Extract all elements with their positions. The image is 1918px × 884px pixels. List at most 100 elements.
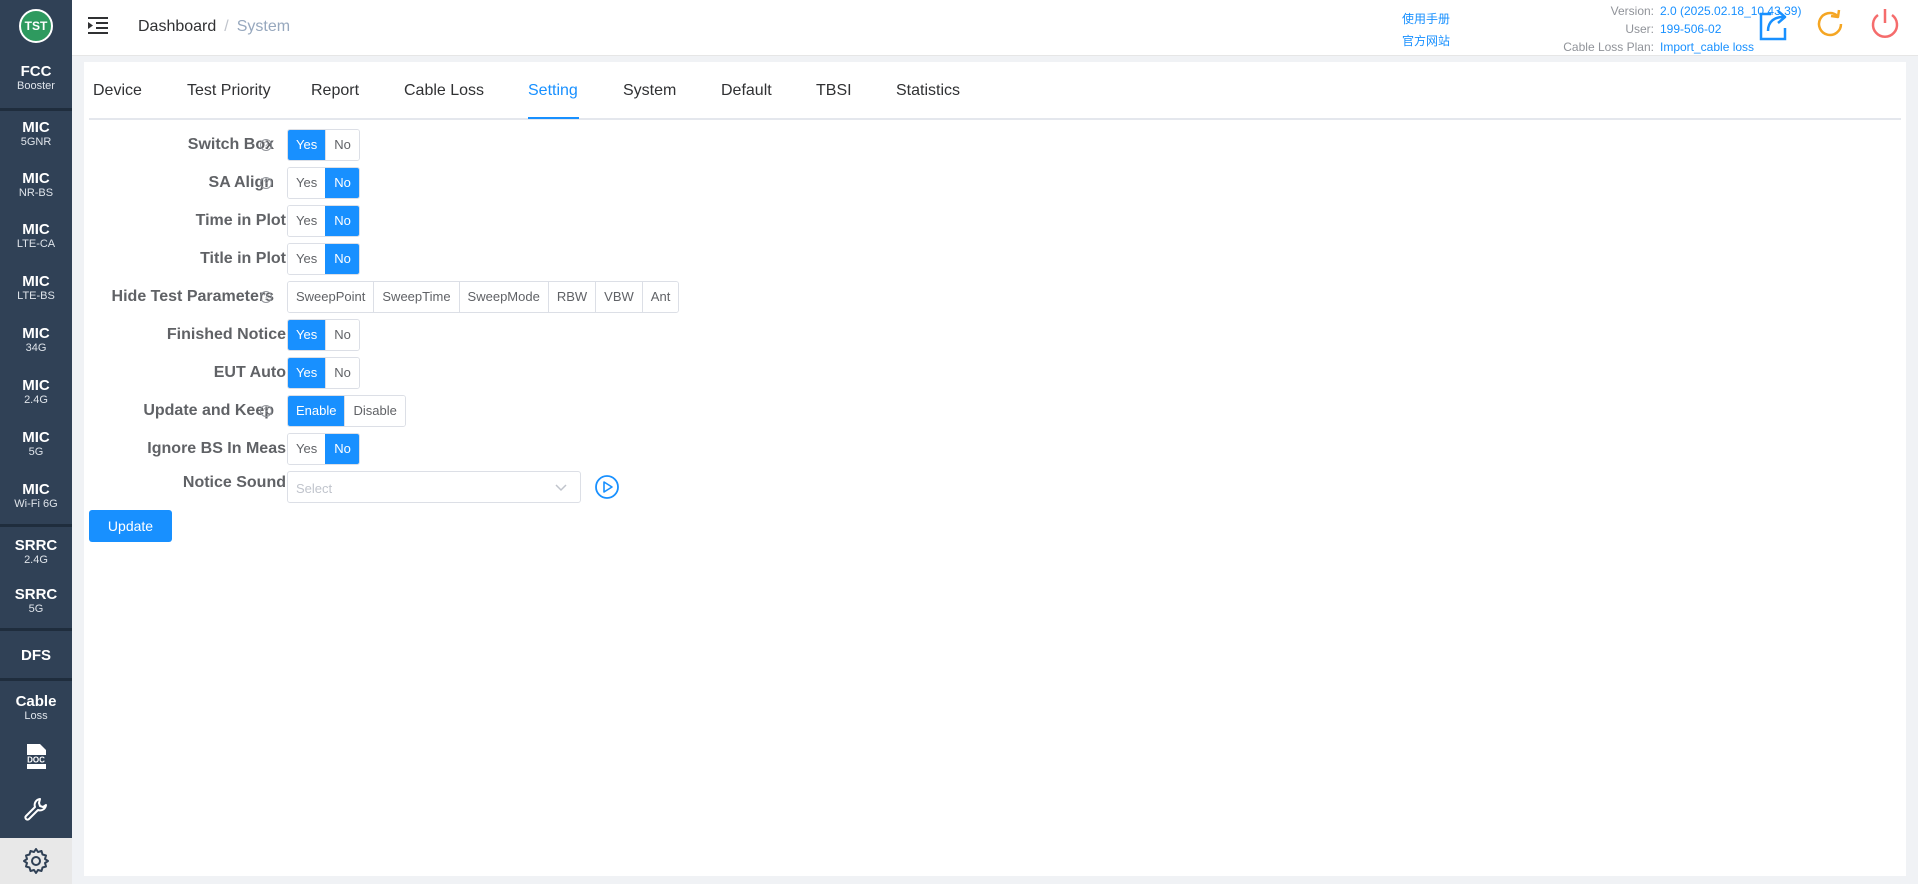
manual-link[interactable]: 使用手册	[1402, 8, 1450, 30]
time-in-plot-yes[interactable]: Yes	[288, 206, 326, 236]
title-in-plot-toggle: Yes No	[287, 243, 360, 275]
sa-align-yes[interactable]: Yes	[288, 168, 326, 198]
param-sweeptime[interactable]: SweepTime	[373, 282, 459, 312]
doc-icon: DOC	[24, 744, 48, 769]
param-vbw[interactable]: VBW	[595, 282, 642, 312]
breadcrumb: Dashboard / System	[138, 18, 290, 36]
finished-notice-yes[interactable]: Yes	[288, 320, 326, 350]
form-row-notice-sound: Notice Sound Select	[84, 471, 784, 503]
time-in-plot-label: Time in Plot	[195, 212, 286, 229]
notice-sound-label-wrap: Notice Sound	[84, 467, 286, 499]
breadcrumb-dashboard[interactable]: Dashboard	[138, 18, 216, 35]
svg-text:DOC: DOC	[27, 756, 45, 765]
finished-notice-no[interactable]: No	[325, 320, 359, 350]
menu-toggle-icon[interactable]	[88, 16, 110, 36]
sidebar-item-fcc-booster[interactable]: FCC Booster	[0, 64, 72, 93]
help-icon[interactable]: ?	[260, 177, 272, 189]
tab-cable-loss[interactable]: Cable Loss	[404, 82, 484, 100]
refresh-icon[interactable]	[1812, 6, 1848, 42]
sidebar-divider	[0, 678, 72, 681]
switch-box-no[interactable]: No	[325, 130, 359, 160]
update-and-keep-enable[interactable]: Enable	[288, 396, 345, 426]
sidebar-item-cable-loss[interactable]: Cable Loss	[0, 694, 72, 723]
title-in-plot-yes[interactable]: Yes	[288, 244, 326, 274]
ignore-bs-yes[interactable]: Yes	[288, 434, 326, 464]
help-icon[interactable]: ?	[260, 291, 272, 303]
sidebar-doc[interactable]: DOC	[0, 740, 72, 774]
help-icon[interactable]: ?	[260, 405, 272, 417]
time-in-plot-toggle: Yes No	[287, 205, 360, 237]
sidebar-settings[interactable]	[0, 838, 72, 884]
eut-auto-yes[interactable]: Yes	[288, 358, 326, 388]
param-sweepmode[interactable]: SweepMode	[458, 282, 548, 312]
sidebar-divider	[0, 628, 72, 631]
sidebar-item-mic-lte-ca[interactable]: MIC LTE-CA	[0, 222, 72, 251]
notice-sound-placeholder: Select	[296, 481, 333, 496]
title-in-plot-label-wrap: Title in Plot	[84, 243, 286, 275]
info-row-user: User: 199-506-02	[1625, 20, 1722, 38]
official-site-link[interactable]: 官方网站	[1402, 30, 1450, 52]
logo[interactable]: TST	[0, 0, 72, 52]
eut-auto-no[interactable]: No	[325, 358, 359, 388]
sidebar-item-srrc-2-4g[interactable]: SRRC 2.4G	[0, 538, 72, 567]
switch-box-yes[interactable]: Yes	[288, 130, 326, 160]
sidebar-item-srrc-5g[interactable]: SRRC 5G	[0, 587, 72, 616]
ignore-bs-toggle: Yes No	[287, 433, 360, 465]
eut-auto-toggle: Yes No	[287, 357, 360, 389]
help-icon[interactable]: ?	[260, 139, 272, 151]
title-in-plot-no[interactable]: No	[325, 244, 359, 274]
sidebar-tools[interactable]	[0, 790, 72, 828]
tab-device[interactable]: Device	[93, 82, 142, 100]
tab-statistics[interactable]: Statistics	[896, 82, 960, 100]
update-button[interactable]: Update	[89, 510, 172, 542]
main-card: Device Test Priority Report Cable Loss S…	[84, 62, 1906, 876]
sa-align-toggle: Yes No	[287, 167, 360, 199]
time-in-plot-no[interactable]: No	[325, 206, 359, 236]
ignore-bs-no[interactable]: No	[325, 434, 359, 464]
eut-auto-label-wrap: EUT Auto	[84, 357, 286, 389]
sa-align-no[interactable]: No	[325, 168, 359, 198]
tab-system[interactable]: System	[623, 82, 676, 100]
top-header: Dashboard / System 使用手册 官方网站 Version: 2.0 …	[72, 0, 1918, 56]
sidebar-divider	[0, 108, 72, 111]
sidebar-item-mic-2-4g[interactable]: MIC 2.4G	[0, 378, 72, 407]
param-rbw[interactable]: RBW	[547, 282, 596, 312]
switch-box-label-wrap: Switch Box	[84, 129, 274, 161]
update-and-keep-disable[interactable]: Disable	[344, 396, 405, 426]
gear-icon	[23, 848, 49, 874]
sidebar-item-mic-34g[interactable]: MIC 34G	[0, 326, 72, 355]
time-in-plot-label-wrap: Time in Plot	[84, 205, 286, 237]
sidebar-item-mic-nr-bs[interactable]: MIC NR-BS	[0, 171, 72, 200]
tab-report[interactable]: Report	[311, 82, 359, 100]
export-icon[interactable]	[1755, 6, 1791, 42]
chevron-down-icon	[555, 484, 567, 492]
form-row-eut-auto: EUT Auto Yes No	[84, 357, 684, 389]
tab-setting[interactable]: Setting	[528, 82, 578, 100]
tab-default[interactable]: Default	[721, 82, 772, 100]
finished-notice-label: Finished Notice	[166, 326, 286, 343]
sidebar-item-dfs[interactable]: DFS	[0, 648, 72, 664]
hide-test-parameters-label-wrap: Hide Test Parameters	[84, 281, 274, 313]
logo-badge: TST	[19, 9, 53, 43]
hide-test-parameters-checkboxes: SweepPoint SweepTime SweepMode RBW VBW A…	[287, 281, 680, 313]
param-sweeppoint[interactable]: SweepPoint	[288, 282, 374, 312]
param-ant[interactable]: Ant	[641, 282, 679, 312]
play-icon[interactable]	[594, 474, 620, 500]
tab-tbsi[interactable]: TBSI	[816, 82, 852, 100]
sidebar-item-mic-5g[interactable]: MIC 5G	[0, 430, 72, 459]
sa-align-label-wrap: SA Align	[84, 167, 274, 199]
notice-sound-select[interactable]: Select	[287, 471, 581, 503]
active-tab-indicator	[528, 117, 579, 119]
update-and-keep-label: Update and Keep	[143, 402, 274, 419]
sidebar-item-mic-5gnr[interactable]: MIC 5GNR	[0, 120, 72, 149]
user-value[interactable]: 199-506-02	[1660, 20, 1721, 38]
sidebar-item-mic-wifi-6g[interactable]: MIC Wi-Fi 6G	[0, 482, 72, 511]
form-row-ignore-bs-in-meas: Ignore BS In Meas Yes No	[84, 433, 684, 465]
power-icon[interactable]	[1867, 6, 1903, 42]
sidebar-item-mic-lte-bs[interactable]: MIC LTE-BS	[0, 274, 72, 303]
tab-bar: Device Test Priority Report Cable Loss S…	[89, 62, 1901, 120]
tab-test-priority[interactable]: Test Priority	[187, 82, 271, 100]
wrench-icon	[24, 798, 47, 821]
cable-loss-plan-value[interactable]: Import_cable loss	[1660, 38, 1754, 56]
switch-box-toggle: Yes No	[287, 129, 360, 161]
